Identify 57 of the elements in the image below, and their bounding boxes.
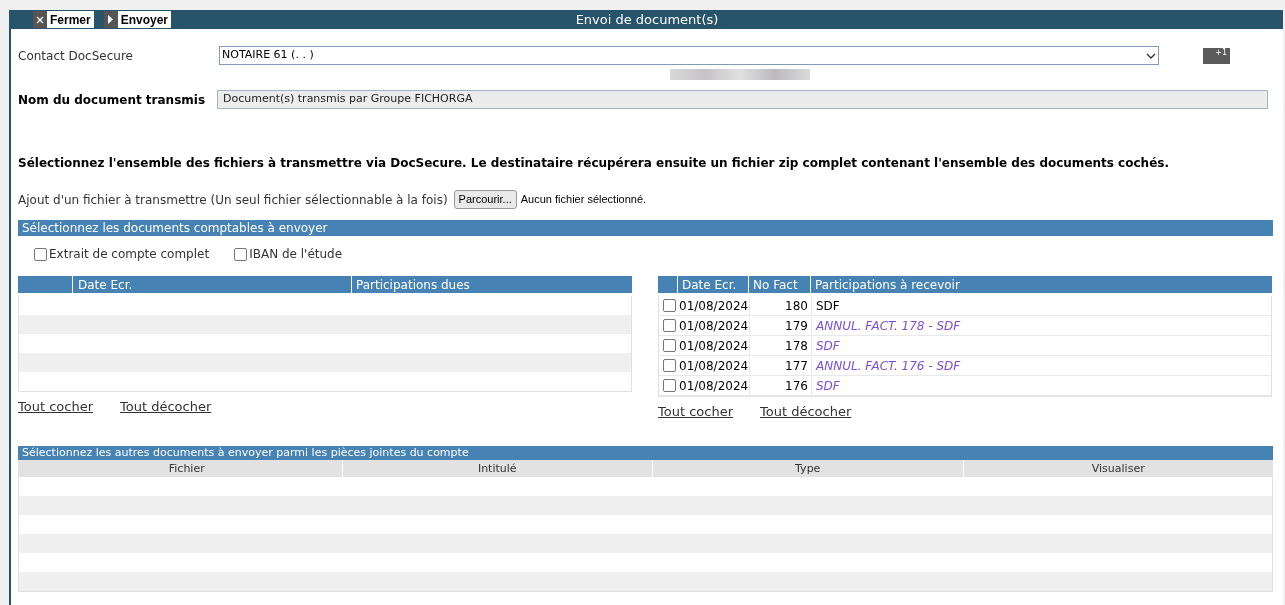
- table-cell-text: SDF: [815, 337, 840, 355]
- table-cell: 01/08/2024: [679, 296, 750, 315]
- table-cell: 01/08/2024: [679, 336, 750, 355]
- checkbox[interactable]: [662, 359, 676, 372]
- checkbox-label: IBAN de l'étude: [249, 246, 343, 263]
- instructions-text: Sélectionnez l'ensemble des fichiers à transmettre via DocSecure. Le destinataire récupérera ensuite un fichier zip complet contenant l'ensemble des documents cochés.: [18, 155, 1170, 172]
- column-header: Intitulé: [341, 459, 652, 477]
- browse-button[interactable]: Parcourir...: [453, 190, 517, 209]
- contact-select[interactable]: NOTAIRE 61 (. . ): [219, 46, 1159, 65]
- field-label: Nom du document transmis: [18, 91, 207, 109]
- table-cell-text: ANNUL. FACT. 178 - SDF: [814, 317, 961, 335]
- table-cell: 177: [750, 356, 812, 375]
- column-header: Type: [652, 459, 963, 477]
- table-cell-text: SDF: [815, 297, 840, 315]
- checkbox[interactable]: [662, 299, 676, 312]
- section-header: Sélectionnez les autres documents à envoyer parmi les pièces jointes du compte: [18, 445, 1273, 460]
- table-cell: 01/08/2024: [679, 356, 750, 375]
- section-header: Sélectionnez les documents comptables à envoyer: [18, 220, 1273, 236]
- link[interactable]: Tout décocher: [120, 397, 212, 417]
- toolbar-button[interactable]: Envoyer: [103, 11, 172, 28]
- checkbox[interactable]: [234, 247, 248, 261]
- table-cell: 01/08/2024: [679, 316, 750, 335]
- window-title: Envoi de document(s): [575, 10, 719, 29]
- chevron-down-icon: [1146, 52, 1156, 59]
- checkbox[interactable]: [662, 379, 676, 392]
- file-status: Aucun fichier sélectionné.: [520, 192, 647, 208]
- toolbar-button[interactable]: Fermer: [33, 11, 94, 28]
- link[interactable]: Tout cocher: [658, 402, 733, 422]
- checkbox-label: Extrait de compte complet: [49, 246, 210, 263]
- add-button[interactable]: +1: [1203, 48, 1230, 64]
- field-label: Contact DocSecure: [18, 47, 134, 65]
- column-header: Date Ecr.: [73, 276, 352, 293]
- column-header: No Fact: [749, 276, 811, 293]
- table-row[interactable]: 01/08/2024 180 SDF: [659, 296, 1271, 316]
- table-row[interactable]: 01/08/2024 179 ANNUL. FACT. 178 - SDF: [659, 316, 1271, 336]
- table-cell: 179: [750, 316, 812, 335]
- link[interactable]: Tout décocher: [760, 402, 852, 422]
- upload-label: Ajout d'un fichier à transmettre (Un seul fichier sélectionnable à la fois): [18, 191, 448, 209]
- table-cell-text: SDF: [815, 377, 840, 395]
- checkbox[interactable]: [34, 247, 47, 261]
- table-cell-text: ANNUL. FACT. 176 - SDF: [814, 357, 961, 375]
- column-header: Date Ecr.: [678, 276, 749, 293]
- table-cell: 178: [750, 336, 812, 355]
- column-header: Participations à recevoir: [814, 277, 961, 293]
- document-name-field[interactable]: Document(s) transmis par Groupe FICHORGA: [217, 90, 1268, 109]
- column-header: Fichier: [167, 460, 206, 477]
- table-cell: 01/08/2024: [679, 376, 750, 395]
- link[interactable]: Tout cocher: [18, 397, 93, 417]
- column-header: Visualiser: [962, 459, 1273, 477]
- checkbox[interactable]: [662, 339, 676, 352]
- column-header: Participations dues: [355, 277, 471, 293]
- checkbox[interactable]: [662, 319, 676, 332]
- table-cell: 180: [750, 296, 812, 315]
- table-row[interactable]: 01/08/2024 178 SDF: [659, 336, 1271, 356]
- table-cell: 176: [750, 376, 812, 395]
- table-row[interactable]: 01/08/2024 177 ANNUL. FACT. 176 - SDF: [659, 356, 1271, 376]
- table-row[interactable]: 01/08/2024 176 SDF: [659, 376, 1271, 396]
